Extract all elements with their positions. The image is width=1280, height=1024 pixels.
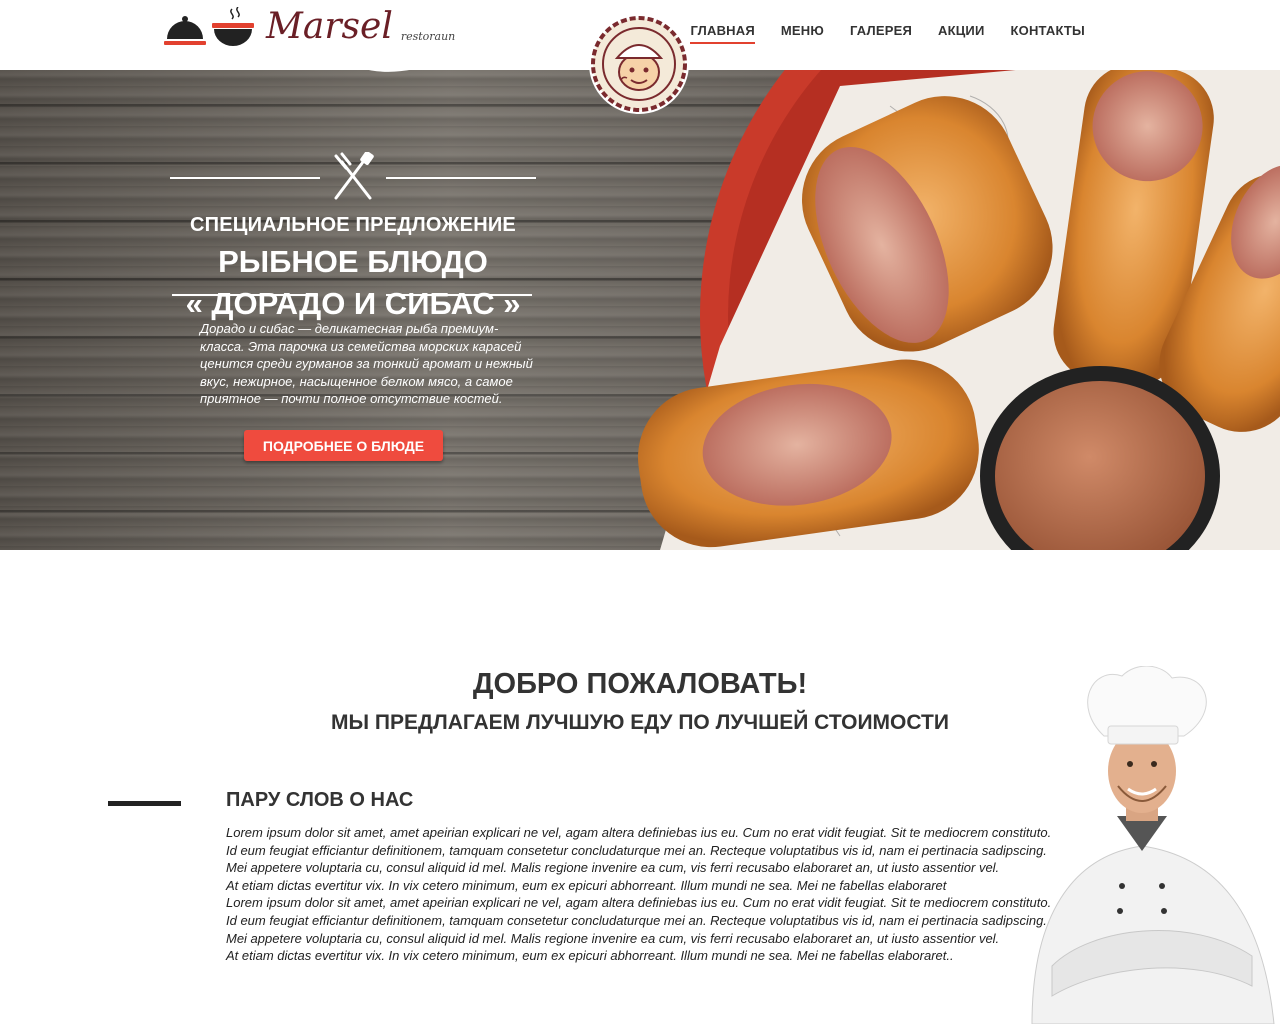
chef-photo xyxy=(1031,666,1275,1024)
brand-name: Marsel xyxy=(266,6,393,47)
nav-item-contacts[interactable]: КОНТАКТЫ xyxy=(1011,23,1085,44)
cloche-icon xyxy=(164,16,206,45)
cutlery-icon xyxy=(334,152,374,200)
dish-details-button[interactable]: ПОДРОБНЕЕ О БЛЮДЕ xyxy=(244,430,443,461)
about-line: Mei appetere voluptaria cu, consul aliqu… xyxy=(226,930,1000,946)
divider xyxy=(172,294,318,296)
nav-item-menu[interactable]: МЕНЮ xyxy=(781,23,824,44)
about-line: Id eum feugiat efficiantur definitionem,… xyxy=(226,842,1047,858)
divider xyxy=(386,294,532,296)
about-line: Lorem ipsum dolor sit amet, amet apeiria… xyxy=(226,895,1052,911)
about-accent-bar xyxy=(108,801,181,806)
about-text: Lorem ipsum dolor sit amet, amet apeiria… xyxy=(226,824,1052,965)
offer-title-line2: « ДОРАДО И СИБАС » xyxy=(185,286,521,321)
main-nav: ГЛАВНАЯ МЕНЮ ГАЛЕРЕЯ АКЦИИ КОНТАКТЫ xyxy=(690,23,1085,44)
mascot-badge[interactable] xyxy=(587,12,691,116)
about-title: ПАРУ СЛОВ О НАС xyxy=(226,789,414,811)
food-photo xyxy=(637,46,1280,550)
offer-description: Дорадо и сибас — деликатесная рыба преми… xyxy=(200,321,533,406)
offer-kicker: СПЕЦИАЛЬНОЕ ПРЕДЛОЖЕНИЕ xyxy=(190,214,516,236)
nav-item-home[interactable]: ГЛАВНАЯ xyxy=(690,23,755,44)
about-line: Lorem ipsum dolor sit amet, amet apeiria… xyxy=(226,825,1052,840)
hero-banner: СПЕЦИАЛЬНОЕ ПРЕДЛОЖЕНИЕ РЫБНОЕ БЛЮДО « Д… xyxy=(0,46,1280,550)
nav-item-gallery[interactable]: ГАЛЕРЕЯ xyxy=(850,23,912,44)
brand-subtitle: restoraun xyxy=(400,29,456,43)
divider xyxy=(386,177,536,179)
logo[interactable]: Marsel restoraun xyxy=(164,4,455,50)
about-line: At etiam dictas evertitur vix. In vix ce… xyxy=(226,948,954,964)
nav-item-promotions[interactable]: АКЦИИ xyxy=(938,23,985,44)
pot-icon xyxy=(212,7,254,46)
divider xyxy=(170,177,320,179)
offer-title-line1: РЫБНОЕ БЛЮДО xyxy=(218,244,488,279)
about-line: Mei appetere voluptaria cu, consul aliqu… xyxy=(226,860,1000,876)
about-line: Id eum feugiat efficiantur definitionem,… xyxy=(226,912,1047,928)
about-line: At etiam dictas evertitur vix. In vix ce… xyxy=(226,877,947,893)
special-offer: СПЕЦИАЛЬНОЕ ПРЕДЛОЖЕНИЕ РЫБНОЕ БЛЮДО « Д… xyxy=(170,152,536,325)
